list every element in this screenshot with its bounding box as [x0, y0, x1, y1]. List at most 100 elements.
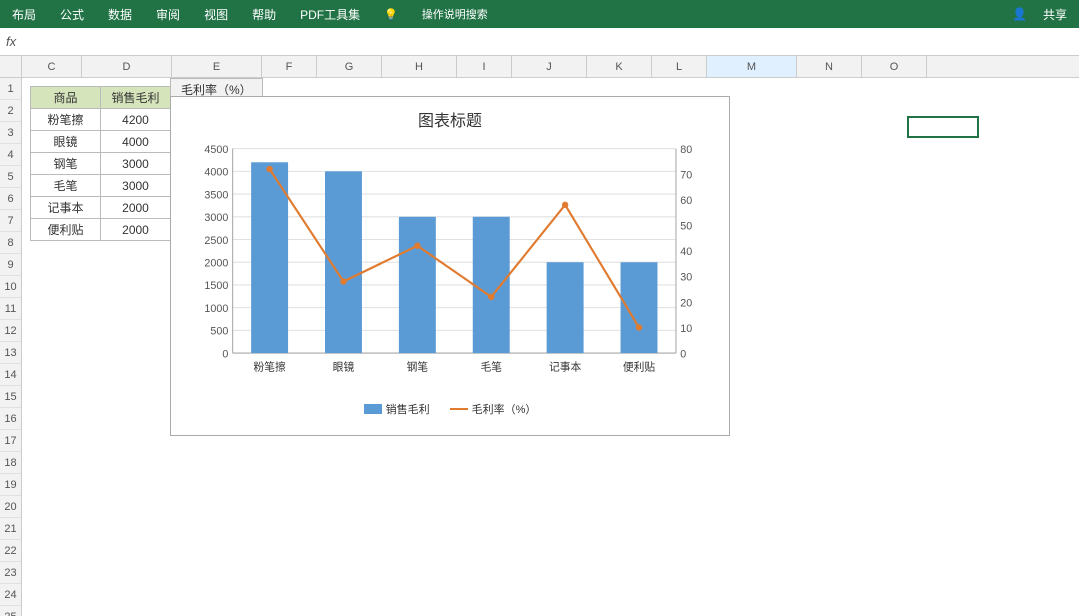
svg-text:40: 40	[680, 246, 692, 258]
row-num-8: 8	[0, 232, 21, 254]
row-num-19: 19	[0, 474, 21, 496]
col-header-product: 商品	[31, 87, 101, 109]
cell-profit-4[interactable]: 2000	[101, 197, 171, 219]
menu-bar: 布局 公式 数据 审阅 视图 帮助 PDF工具集 💡 操作说明搜索 👤 共享	[0, 0, 1079, 28]
cell-product-4[interactable]: 记事本	[31, 197, 101, 219]
row-num-6: 6	[0, 188, 21, 210]
share-label[interactable]: 共享	[1039, 4, 1071, 25]
table-row: 粉笔擦4200	[31, 109, 171, 131]
table-row: 便利贴2000	[31, 219, 171, 241]
svg-text:0: 0	[222, 348, 228, 360]
svg-text:1000: 1000	[204, 303, 228, 315]
cell-profit-1[interactable]: 4000	[101, 131, 171, 153]
formula-input[interactable]	[22, 35, 1073, 49]
svg-text:20: 20	[680, 297, 692, 309]
svg-text:30: 30	[680, 272, 692, 284]
svg-text:50: 50	[680, 221, 692, 233]
col-header-e: E	[172, 56, 262, 77]
row-num-5: 5	[0, 166, 21, 188]
svg-text:3500: 3500	[204, 189, 228, 201]
row-num-15: 15	[0, 386, 21, 408]
cell-product-5[interactable]: 便利贴	[31, 219, 101, 241]
svg-text:粉笔擦: 粉笔擦	[253, 360, 286, 373]
row-num-3: 3	[0, 122, 21, 144]
menu-item-layout[interactable]: 布局	[8, 4, 40, 25]
row-num-1: 1	[0, 78, 21, 100]
chart-area: 0500100015002000250030003500400045000102…	[181, 137, 719, 397]
row-numbers: 1234567891011121314151617181920212223242…	[0, 78, 22, 616]
cell-profit-3[interactable]: 3000	[101, 175, 171, 197]
corner-cell	[0, 56, 22, 77]
svg-text:10: 10	[680, 323, 692, 335]
row-num-23: 23	[0, 562, 21, 584]
table-row: 记事本2000	[31, 197, 171, 219]
chart-legend: 销售毛利 毛利率（%）	[181, 401, 719, 417]
row-num-22: 22	[0, 540, 21, 562]
table-row: 眼镜4000	[31, 131, 171, 153]
svg-text:钢笔: 钢笔	[407, 360, 429, 373]
cell-profit-0[interactable]: 4200	[101, 109, 171, 131]
cell-profit-2[interactable]: 3000	[101, 153, 171, 175]
svg-text:便利贴: 便利贴	[623, 360, 656, 373]
col-header-f: F	[262, 56, 317, 77]
row-num-11: 11	[0, 298, 21, 320]
row-num-25: 25	[0, 606, 21, 616]
fx-label: fx	[6, 34, 16, 49]
menu-item-formula[interactable]: 公式	[56, 4, 88, 25]
col-header-c: C	[22, 56, 82, 77]
share-icon: 👤	[1008, 5, 1031, 23]
column-headers: CDEFGHIJKLMNO	[0, 56, 1079, 78]
cell-product-2[interactable]: 钢笔	[31, 153, 101, 175]
svg-text:70: 70	[680, 169, 692, 181]
table-row: 毛笔3000	[31, 175, 171, 197]
svg-text:0: 0	[680, 348, 686, 360]
chart-container[interactable]: 图表标题 05001000150020002500300035004000450…	[170, 96, 730, 436]
menu-item-review[interactable]: 审阅	[152, 4, 184, 25]
menu-item-pdf[interactable]: PDF工具集	[296, 4, 364, 25]
legend-line-label: 毛利率（%）	[472, 401, 537, 417]
col-header-g: G	[317, 56, 382, 77]
col-header-h: H	[382, 56, 457, 77]
menu-item-data[interactable]: 数据	[104, 4, 136, 25]
svg-text:4000: 4000	[204, 167, 228, 179]
svg-text:2000: 2000	[204, 258, 228, 270]
row-num-18: 18	[0, 452, 21, 474]
svg-text:3000: 3000	[204, 212, 228, 224]
cell-profit-5[interactable]: 2000	[101, 219, 171, 241]
col-header-n: N	[797, 56, 862, 77]
selected-cell[interactable]	[907, 116, 979, 138]
svg-text:4500: 4500	[204, 144, 228, 156]
row-num-14: 14	[0, 364, 21, 386]
col-header-k: K	[587, 56, 652, 77]
row-num-17: 17	[0, 430, 21, 452]
table-row: 钢笔3000	[31, 153, 171, 175]
row-num-20: 20	[0, 496, 21, 518]
data-table: 商品 销售毛利 粉笔擦4200眼镜4000钢笔3000毛笔3000记事本2000…	[30, 86, 171, 241]
col-header-o: O	[862, 56, 927, 77]
row-num-7: 7	[0, 210, 21, 232]
svg-text:眼镜: 眼镜	[333, 360, 355, 373]
cell-product-3[interactable]: 毛笔	[31, 175, 101, 197]
col-header-d: D	[82, 56, 172, 77]
cell-product-0[interactable]: 粉笔擦	[31, 109, 101, 131]
svg-text:毛笔: 毛笔	[480, 360, 502, 373]
svg-text:1500: 1500	[204, 280, 228, 292]
menu-item-view[interactable]: 视图	[200, 4, 232, 25]
legend-line-color	[450, 408, 468, 410]
row-num-16: 16	[0, 408, 21, 430]
search-box[interactable]: 操作说明搜索	[418, 4, 492, 24]
svg-text:500: 500	[210, 326, 228, 338]
row-num-12: 12	[0, 320, 21, 342]
sheet-body: 1234567891011121314151617181920212223242…	[0, 78, 1079, 616]
row-num-21: 21	[0, 518, 21, 540]
row-num-24: 24	[0, 584, 21, 606]
legend-bar-label: 销售毛利	[386, 401, 430, 417]
legend-bar: 销售毛利	[364, 401, 430, 417]
grid-area: 商品 销售毛利 粉笔擦4200眼镜4000钢笔3000毛笔3000记事本2000…	[22, 78, 1079, 616]
col-header-m: M	[707, 56, 797, 77]
menu-item-help[interactable]: 帮助	[248, 4, 280, 25]
legend-bar-color	[364, 404, 382, 414]
cell-product-1[interactable]: 眼镜	[31, 131, 101, 153]
row-num-13: 13	[0, 342, 21, 364]
legend-line: 毛利率（%）	[450, 401, 537, 417]
